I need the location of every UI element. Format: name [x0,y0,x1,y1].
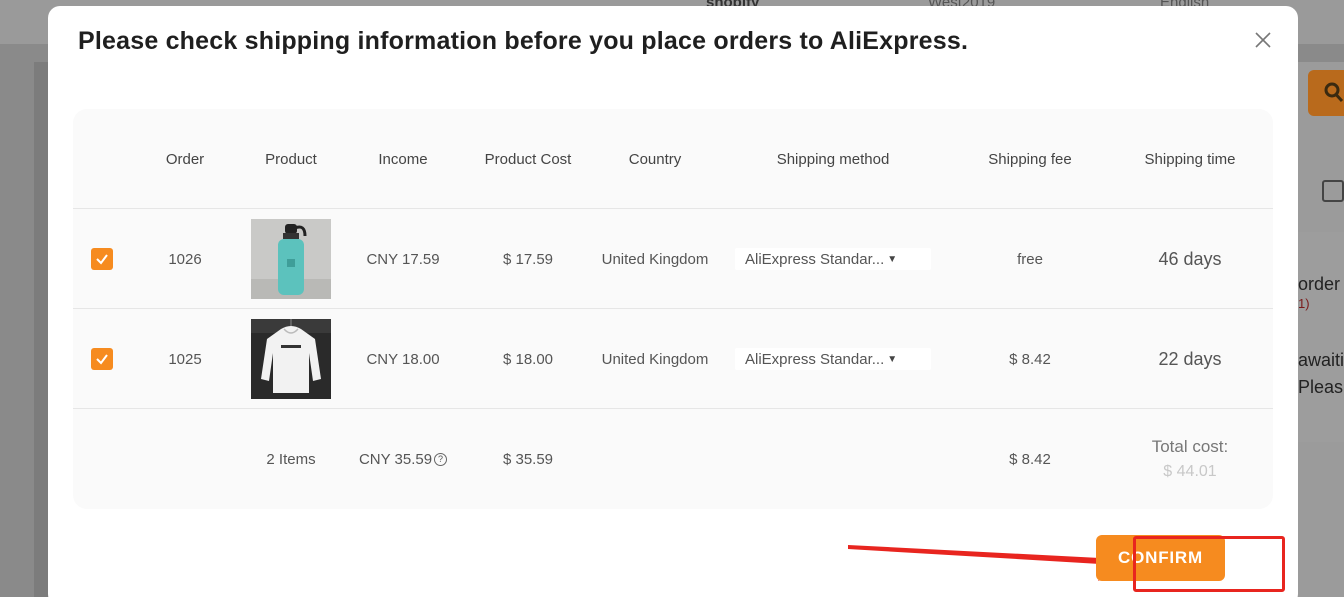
product-cost-value: $ 18.00 [502,350,554,368]
background-search-button [1308,70,1344,116]
orders-table: Order Product Income Product Cost Countr… [73,109,1273,509]
close-icon[interactable] [1253,30,1273,50]
order-checkbox[interactable] [91,348,113,370]
shipping-method-value: AliExpress Standar... [745,350,885,368]
column-header-product-cost: Product Cost [484,150,572,168]
shipping-method-select[interactable]: AliExpress Standar... ▼ [735,248,931,270]
income-value: CNY 18.00 [366,350,440,368]
background-text-awaiting: awaiti [1298,350,1344,370]
shipping-confirm-dialog: Please check shipping information before… [48,6,1298,597]
check-icon [96,254,108,265]
order-number: 1026 [168,250,202,268]
annotation-arrow [848,540,1134,581]
calendar-icon [1322,180,1344,202]
background-text-count: 1) [1298,296,1310,311]
background-left-panel [34,62,48,597]
column-header-shipping-method: Shipping method [776,150,890,168]
caret-down-icon: ▼ [887,253,898,265]
column-header-income: Income [378,150,428,168]
product-image-hoodie [251,319,331,399]
shipping-fee-value: $ 8.42 [1009,350,1051,368]
total-cost: Total cost: $ 44.01 [1125,409,1255,509]
table-header: Order Product Income Product Cost Countr… [73,109,1273,209]
income-value: CNY 17.59 [366,250,440,268]
column-header-order: Order [165,150,205,168]
help-icon[interactable]: ? [434,452,448,466]
shipping-time-value: 46 days [1158,248,1222,269]
product-image-water-bottle [251,219,331,299]
search-icon [1324,82,1344,103]
column-header-product: Product [265,150,317,168]
total-cost-label: Total cost: [1151,437,1229,456]
table-row: 1025 CNY 18.00 $ 18.00 United Kingdom Al… [73,309,1273,409]
shipping-time-value: 22 days [1158,348,1222,369]
column-header-shipping-time: Shipping time [1144,150,1236,168]
shipping-method-select[interactable]: AliExpress Standar... ▼ [735,348,931,370]
product-cost-value: $ 17.59 [502,250,554,268]
caret-down-icon: ▼ [887,353,898,365]
country-value: United Kingdom [601,350,709,368]
background-text-order: order [1298,274,1341,294]
shipping-fee-value: free [1017,250,1043,268]
country-value: United Kingdom [601,250,709,268]
background-content-block [1298,232,1344,442]
order-number: 1025 [168,350,202,368]
check-icon [96,354,108,365]
shipping-method-value: AliExpress Standar... [745,250,885,268]
summary-product-cost: $ 35.59 [502,450,554,468]
order-checkbox[interactable] [91,248,113,270]
background-text-please: Pleas [1298,377,1344,397]
table-row: 1026 CNY 17.59 $ 17.59 United Kingdom Al… [73,209,1273,309]
total-cost-value: $ 44.01 [1163,463,1217,480]
summary-items: 2 Items [266,450,316,468]
dialog-title: Please check shipping information before… [78,27,969,55]
column-header-country: Country [628,150,682,168]
summary-income: CNY 35.59 [358,450,433,468]
annotation-highlight-box [1133,536,1285,592]
column-header-shipping-fee: Shipping fee [988,150,1072,168]
summary-shipping-fee: $ 8.42 [1009,450,1051,468]
summary-row: 2 Items CNY 35.59 ? $ 35.59 $ 8.42 Total… [73,409,1273,509]
